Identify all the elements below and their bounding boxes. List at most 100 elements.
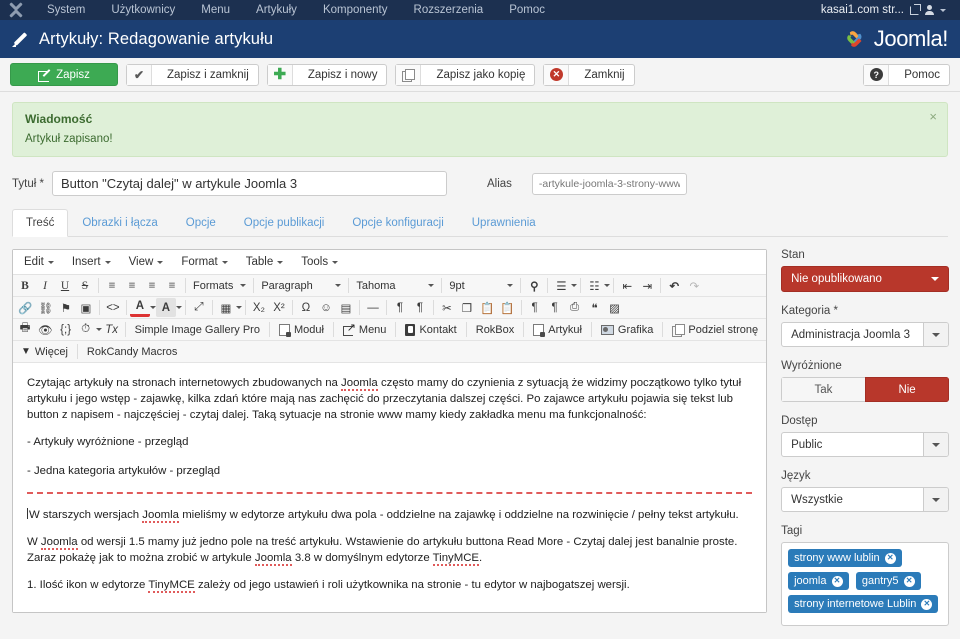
- editor-content-area[interactable]: Czytając artykuły na stronach internetow…: [13, 363, 767, 612]
- editor-menu-tools[interactable]: Tools: [292, 252, 347, 272]
- anchor-icon[interactable]: ⚑: [56, 298, 76, 317]
- dropdown-button[interactable]: [923, 488, 949, 511]
- numbered-list-icon[interactable]: ☷: [584, 276, 604, 295]
- copy-icon[interactable]: ❐: [457, 298, 477, 317]
- tag-remove-icon[interactable]: ✕: [831, 575, 843, 587]
- tag-chip[interactable]: gantry5 ✕: [855, 572, 921, 590]
- external-link-icon[interactable]: [910, 3, 921, 15]
- ltr-icon[interactable]: ¶: [390, 298, 410, 317]
- tag-chip[interactable]: strony www lublin ✕: [788, 549, 902, 567]
- tag-remove-icon[interactable]: ✕: [921, 598, 933, 610]
- horizontal-rule-icon[interactable]: —: [363, 298, 383, 317]
- outdent-icon[interactable]: ⇤: [617, 276, 637, 295]
- paste-as-text-icon[interactable]: 📋: [497, 298, 517, 317]
- blockquote-icon[interactable]: ❝: [585, 298, 605, 317]
- access-select[interactable]: Public: [781, 432, 950, 457]
- menu-item-artykuly[interactable]: Artykuły: [243, 1, 310, 19]
- paragraph-dropdown[interactable]: Paragraph: [257, 276, 345, 295]
- language-select[interactable]: Wszystkie: [781, 487, 950, 512]
- tag-chip[interactable]: strony internetowe Lublin ✕: [788, 595, 939, 613]
- grafika-button[interactable]: Grafika: [595, 320, 659, 339]
- dropdown-button[interactable]: [923, 433, 949, 456]
- indent-icon[interactable]: ⇥: [637, 276, 657, 295]
- editor-menu-view[interactable]: View: [120, 252, 173, 272]
- tab-opcje-konfiguracji[interactable]: Opcje konfiguracji: [338, 209, 457, 237]
- strikethrough-icon[interactable]: S: [75, 276, 95, 295]
- tag-remove-icon[interactable]: ✕: [884, 552, 896, 564]
- close-button[interactable]: ✕ Zamknij: [543, 63, 635, 86]
- modul-button[interactable]: Moduł: [273, 320, 330, 339]
- dropdown-button[interactable]: [923, 323, 949, 346]
- menu-item-pomoc[interactable]: Pomoc: [496, 1, 558, 19]
- menu-item-komponenty[interactable]: Komponenty: [310, 1, 401, 19]
- site-name-link[interactable]: kasai1.com str...: [821, 4, 904, 16]
- podziel-strone-button[interactable]: Podziel stronę: [666, 320, 764, 339]
- insert-datetime-icon[interactable]: ⏱: [76, 320, 96, 339]
- align-right-icon[interactable]: ≡: [142, 276, 162, 295]
- menu-button[interactable]: Menu: [337, 320, 393, 339]
- special-character-icon[interactable]: Ω: [296, 298, 316, 317]
- tag-chip[interactable]: joomla ✕: [788, 572, 849, 590]
- alias-input[interactable]: [531, 172, 687, 195]
- editor-menu-insert[interactable]: Insert: [63, 252, 120, 272]
- visual-blocks-icon[interactable]: ¶: [545, 298, 565, 317]
- bullet-list-icon[interactable]: ☰: [551, 276, 571, 295]
- chevron-down-icon[interactable]: [604, 284, 611, 287]
- featured-toggle-yes[interactable]: Tak: [781, 377, 865, 402]
- underline-icon[interactable]: U: [55, 276, 75, 295]
- menu-item-system[interactable]: System: [34, 1, 98, 19]
- subscript-icon[interactable]: X₂: [249, 298, 269, 317]
- chevron-down-icon[interactable]: [175, 306, 182, 309]
- status-select[interactable]: Nie opublikowano: [781, 266, 950, 292]
- align-center-icon[interactable]: ≡: [122, 276, 142, 295]
- save-and-new-button[interactable]: ✚ Zapisz i nowy: [266, 63, 388, 86]
- wiecej-toggle-button[interactable]: ▼ Więcej: [15, 342, 74, 361]
- cut-icon[interactable]: ✂: [437, 298, 457, 317]
- rokcandy-macros-button[interactable]: RokCandy Macros: [81, 342, 183, 361]
- visual-chars-icon[interactable]: ¶: [525, 298, 545, 317]
- text-color-icon[interactable]: A: [129, 298, 150, 317]
- save-and-close-button[interactable]: ✔ Zapisz i zamknij: [126, 63, 259, 86]
- template-icon[interactable]: ⎙: [565, 298, 585, 317]
- search-replace-icon[interactable]: ⚲: [524, 276, 544, 295]
- menu-item-rozszerzenia[interactable]: Rozszerzenia: [401, 1, 497, 19]
- unlink-icon[interactable]: ⛓: [35, 298, 56, 317]
- font-size-dropdown[interactable]: 9pt: [445, 276, 517, 295]
- tags-input-box[interactable]: strony www lublin ✕ joomla ✕ gantry5 ✕ s…: [781, 542, 950, 626]
- italic-icon[interactable]: I: [35, 276, 55, 295]
- chevron-down-icon[interactable]: [235, 306, 242, 309]
- remove-format-icon[interactable]: Tx: [102, 320, 122, 339]
- formats-dropdown[interactable]: Formats: [189, 276, 250, 295]
- help-button[interactable]: ? Pomoc: [863, 63, 950, 86]
- bold-icon[interactable]: B: [15, 276, 35, 295]
- editor-menu-edit[interactable]: Edit: [15, 252, 63, 272]
- image-icon[interactable]: ▣: [76, 298, 96, 317]
- preview-icon[interactable]: 👁: [35, 320, 56, 339]
- menu-item-menu[interactable]: Menu: [188, 1, 243, 19]
- nonbreaking-icon[interactable]: ▨: [605, 298, 625, 317]
- background-color-icon[interactable]: A: [155, 298, 176, 317]
- rokbox-button[interactable]: RokBox: [470, 320, 521, 339]
- user-icon[interactable]: [925, 5, 934, 15]
- print-icon[interactable]: 🖶: [15, 320, 35, 339]
- tab-uprawnienia[interactable]: Uprawnienia: [458, 209, 550, 237]
- font-family-dropdown[interactable]: Tahoma: [352, 276, 438, 295]
- category-select[interactable]: Administracja Joomla 3: [781, 322, 950, 347]
- featured-toggle-no[interactable]: Nie: [864, 377, 950, 402]
- menu-item-uzytkownicy[interactable]: Użytkownicy: [98, 1, 188, 19]
- kontakt-button[interactable]: Kontakt: [399, 320, 462, 339]
- align-justify-icon[interactable]: ≡: [162, 276, 182, 295]
- emoticon-icon[interactable]: ☺: [316, 298, 336, 317]
- paste-icon[interactable]: 📋: [477, 298, 497, 317]
- source-code-icon[interactable]: <>: [103, 298, 123, 317]
- chevron-down-icon[interactable]: [571, 284, 578, 287]
- chevron-down-icon[interactable]: [940, 8, 946, 12]
- save-button[interactable]: Zapisz: [10, 63, 118, 86]
- artykul-button[interactable]: Artykuł: [527, 320, 588, 339]
- editor-menu-format[interactable]: Format: [172, 252, 236, 272]
- fullscreen-icon[interactable]: ⤢: [189, 298, 209, 317]
- tab-opcje[interactable]: Opcje: [172, 209, 230, 237]
- code-sample-icon[interactable]: {;}: [56, 320, 76, 339]
- joomla-mark-icon[interactable]: [8, 2, 24, 18]
- align-left-icon[interactable]: ≡: [102, 276, 122, 295]
